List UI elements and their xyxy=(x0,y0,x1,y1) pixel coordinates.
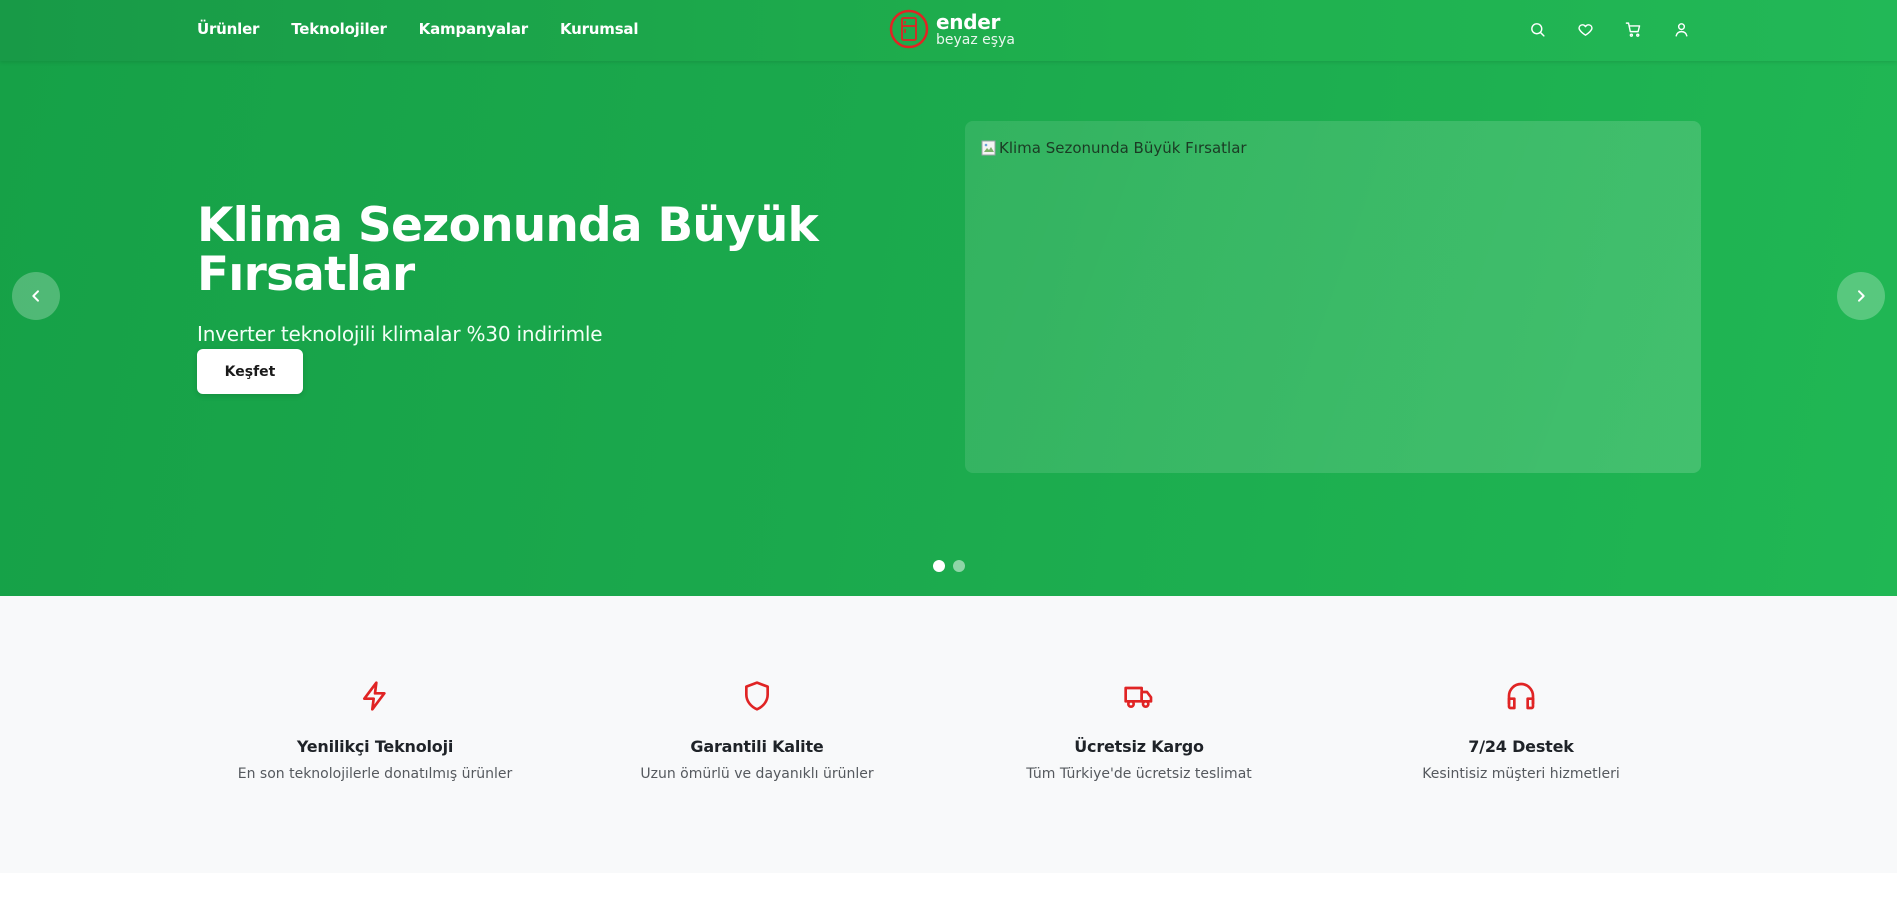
hero-slider: Klima Sezonunda Büyük Fırsatlar Inverter… xyxy=(0,61,1897,596)
header-actions xyxy=(1525,17,1693,41)
discover-button[interactable]: Keşfet xyxy=(197,349,303,394)
nav-item-products[interactable]: Ürünler xyxy=(197,20,259,38)
hero-subtitle: Inverter teknolojili klimalar %30 indiri… xyxy=(197,322,603,346)
cart-icon[interactable] xyxy=(1621,17,1645,41)
chevron-left-icon xyxy=(32,290,39,302)
hero-image: Klima Sezonunda Büyük Fırsatlar xyxy=(965,121,1701,473)
broken-image: Klima Sezonunda Büyük Fırsatlar xyxy=(981,139,1247,157)
slide-indicators xyxy=(933,560,965,572)
feature-description: Tüm Türkiye'de ücretsiz teslimat xyxy=(1026,766,1252,782)
nav-item-campaigns[interactable]: Kampanyalar xyxy=(419,20,528,38)
user-icon[interactable] xyxy=(1669,17,1693,41)
broken-image-icon xyxy=(981,140,996,156)
logo-subtitle: beyaz eşya xyxy=(936,31,1015,48)
nav-item-corporate[interactable]: Kurumsal xyxy=(560,20,639,38)
feature-description: Kesintisiz müşteri hizmetleri xyxy=(1422,766,1620,782)
slide-dot-1[interactable] xyxy=(933,560,945,572)
chevron-right-icon xyxy=(1858,290,1865,302)
heart-icon[interactable] xyxy=(1573,17,1597,41)
shield-icon xyxy=(745,681,769,711)
brand-logo[interactable]: ender beyaz eşya xyxy=(889,9,1015,49)
nav-item-technologies[interactable]: Teknolojiler xyxy=(291,20,387,38)
search-icon[interactable] xyxy=(1525,17,1549,41)
hero-title: Klima Sezonunda Büyük Fırsatlar xyxy=(197,198,819,302)
feature-title: 7/24 Destek xyxy=(1468,737,1574,756)
next-slide-button[interactable] xyxy=(1837,272,1885,320)
feature-description: Uzun ömürlü ve dayanıklı ürünler xyxy=(640,766,874,782)
feature-title: Ücretsiz Kargo xyxy=(1074,737,1204,756)
hero-image-alt-text: Klima Sezonunda Büyük Fırsatlar xyxy=(999,139,1247,157)
feature-title: Garantili Kalite xyxy=(690,737,824,756)
refrigerator-icon xyxy=(889,9,929,49)
truck-icon xyxy=(1124,686,1153,708)
slide-dot-2[interactable] xyxy=(953,560,965,572)
headphones-icon xyxy=(1507,682,1535,710)
feature-item: Yenilikçi Teknoloji En son teknolojilerl… xyxy=(185,680,565,782)
logo-name: ender xyxy=(936,9,1001,34)
feature-description: En son teknolojilerle donatılmış ürünler xyxy=(237,766,513,782)
feature-item: Garantili Kalite Uzun ömürlü ve dayanıkl… xyxy=(567,680,947,782)
previous-slide-button[interactable] xyxy=(12,272,60,320)
features-section: Yenilikçi Teknoloji En son teknolojilerl… xyxy=(0,596,1897,873)
feature-item: Ücretsiz Kargo Tüm Türkiye'de ücretsiz t… xyxy=(949,680,1329,782)
lightning-icon xyxy=(363,681,386,711)
feature-title: Yenilikçi Teknoloji xyxy=(296,737,454,756)
main-nav: Ürünler Teknolojiler Kampanyalar Kurumsa… xyxy=(197,0,638,58)
logo-text: ender beyaz eşya xyxy=(936,12,1015,47)
feature-item: 7/24 Destek Kesintisiz müşteri hizmetler… xyxy=(1331,680,1711,782)
top-navigation-bar: Ürünler Teknolojiler Kampanyalar Kurumsa… xyxy=(0,0,1897,61)
